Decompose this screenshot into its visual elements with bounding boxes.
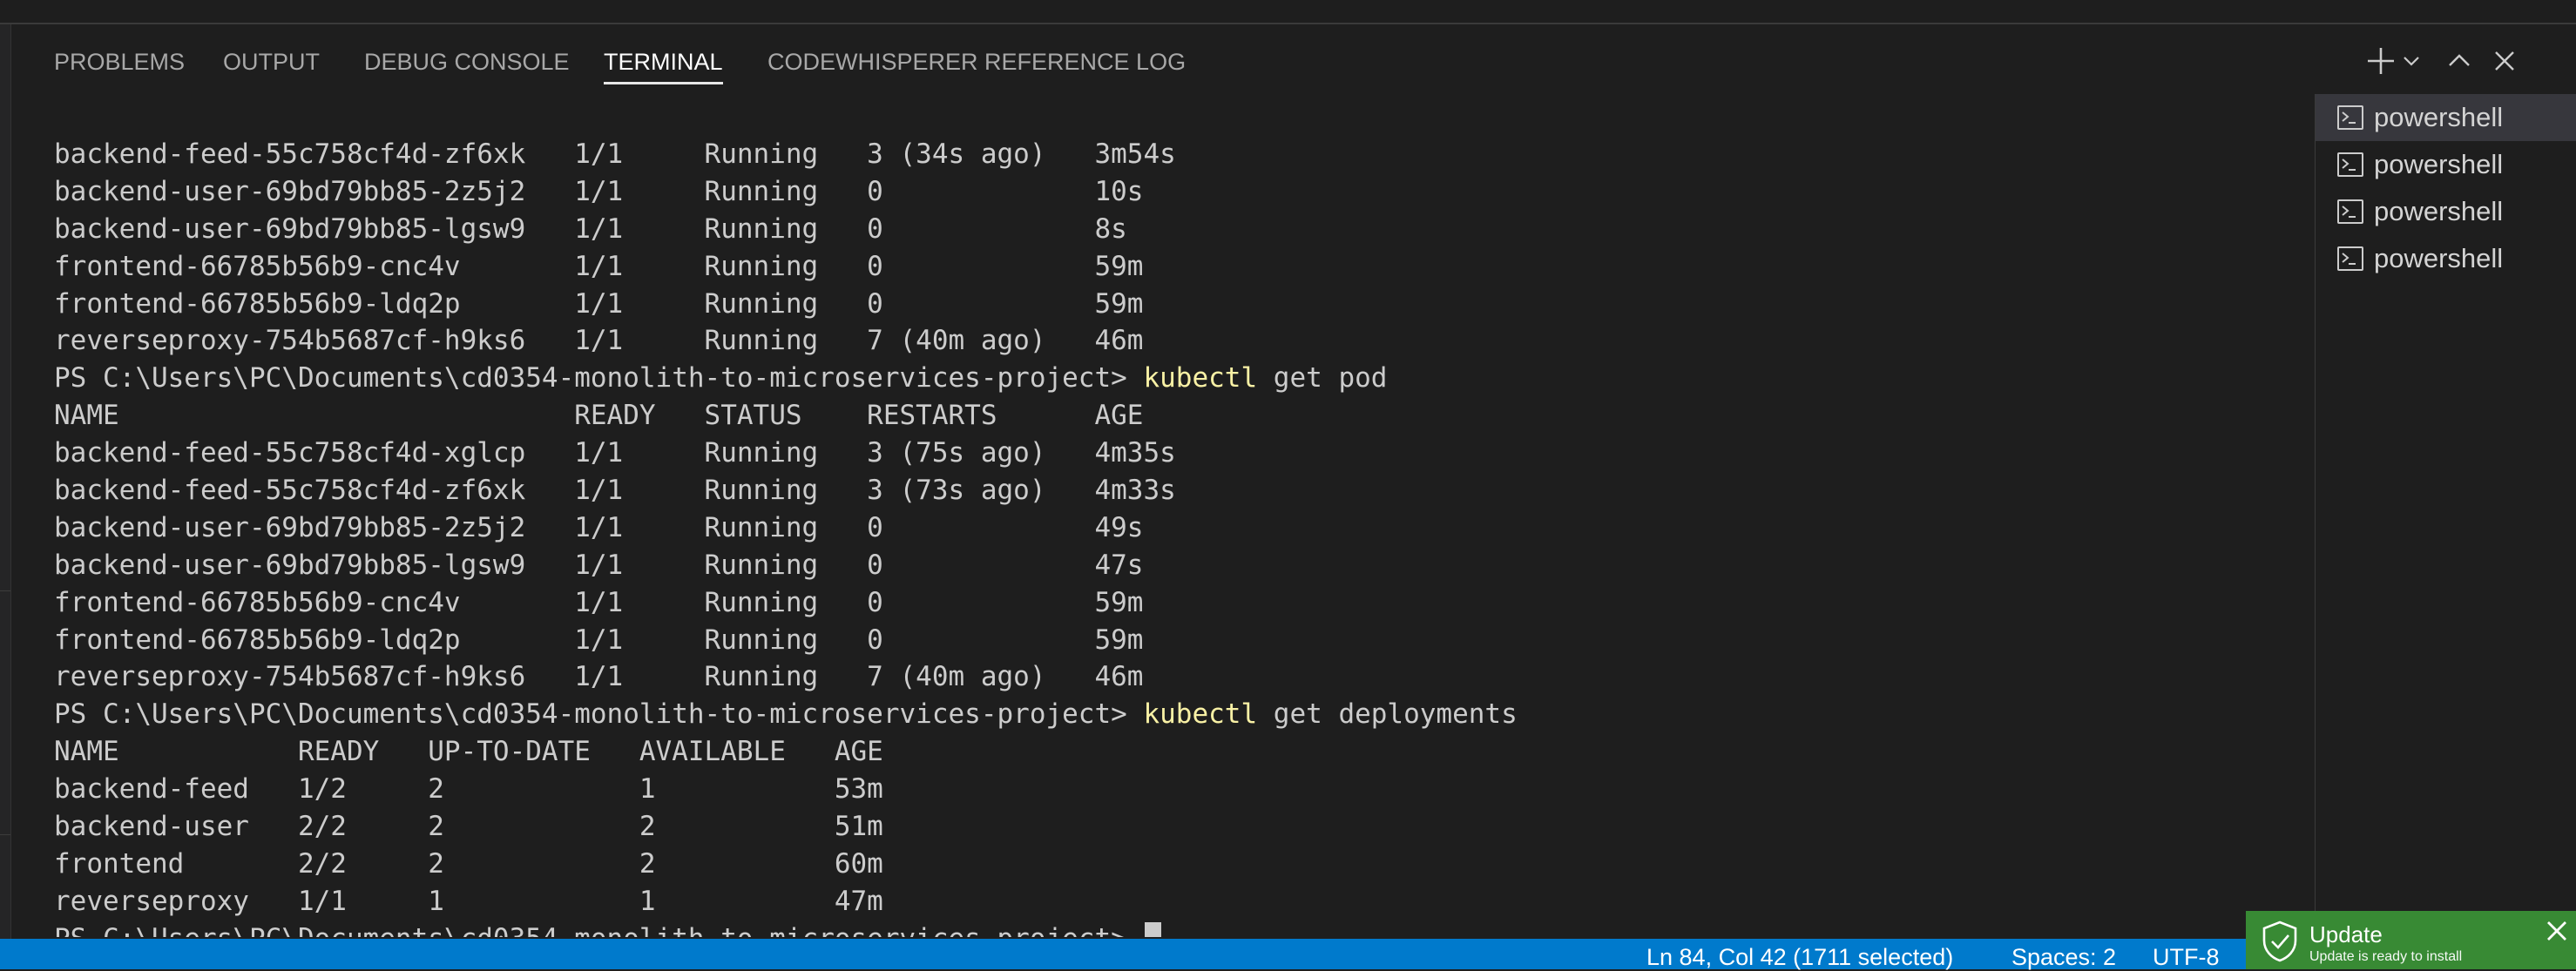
terminal-output-line: frontend 2/2 2 2 60m bbox=[54, 846, 2293, 883]
terminal-current-line[interactable]: PS C:\Users\PC\Documents\cd0354-monolith… bbox=[54, 920, 2293, 937]
terminal-output-line: backend-user-69bd79bb85-lgsw9 1/1 Runnin… bbox=[54, 211, 2293, 248]
terminal-session-item[interactable]: powershell bbox=[2316, 235, 2576, 282]
cursor-position[interactable]: Ln 84, Col 42 (1711 selected) bbox=[1646, 944, 1953, 971]
terminal-output-line: backend-user-69bd79bb85-2z5j2 1/1 Runnin… bbox=[54, 173, 2293, 211]
tab-problems[interactable]: PROBLEMS bbox=[54, 49, 185, 75]
indentation[interactable]: Spaces: 2 bbox=[2011, 944, 2116, 971]
terminal-text: frontend-66785b56b9-ldq2p 1/1 Running 0 … bbox=[54, 624, 1144, 656]
terminal-text: get deployments bbox=[1257, 698, 1518, 731]
terminal-text: frontend-66785b56b9-cnc4v 1/1 Running 0 … bbox=[54, 250, 1144, 282]
editor-area-strip bbox=[0, 0, 2576, 24]
tab-terminal[interactable]: TERMINAL bbox=[604, 49, 723, 84]
terminal-command: kubectl bbox=[1143, 362, 1258, 394]
chevron-up-icon bbox=[2449, 54, 2470, 66]
terminal-text: frontend 2/2 2 2 60m bbox=[54, 847, 883, 880]
terminal-output-line: backend-feed-55c758cf4d-zf6xk 1/1 Runnin… bbox=[54, 136, 2293, 173]
terminal-text: backend-feed-55c758cf4d-zf6xk 1/1 Runnin… bbox=[54, 475, 1176, 507]
terminal-output-line: frontend-66785b56b9-cnc4v 1/1 Running 0 … bbox=[54, 584, 2293, 622]
terminal-output-line: backend-user 2/2 2 2 51m bbox=[54, 808, 2293, 846]
terminal-command-line: PS C:\Users\PC\Documents\cd0354-monolith… bbox=[54, 360, 2293, 397]
terminal-command: kubectl bbox=[1143, 698, 1258, 731]
terminal-text: reverseproxy 1/1 1 1 47m bbox=[54, 885, 883, 917]
terminal-text: get pod bbox=[1257, 362, 1388, 394]
terminal-text: backend-feed-55c758cf4d-xglcp 1/1 Runnin… bbox=[54, 437, 1176, 469]
tab-output[interactable]: OUTPUT bbox=[223, 49, 320, 75]
terminal-command-line: PS C:\Users\PC\Documents\cd0354-monolith… bbox=[54, 696, 2293, 733]
terminal-text: frontend-66785b56b9-ldq2p 1/1 Running 0 … bbox=[54, 287, 1144, 320]
activity-bar-edge bbox=[0, 24, 11, 939]
notification-title: Update bbox=[2309, 921, 2383, 947]
terminal-text: frontend-66785b56b9-cnc4v 1/1 Running 0 … bbox=[54, 586, 1144, 618]
tab-debug-console[interactable]: DEBUG CONSOLE bbox=[364, 49, 570, 75]
terminal-output-line: backend-feed-55c758cf4d-xglcp 1/1 Runnin… bbox=[54, 435, 2293, 472]
terminal-prompt: PS C:\Users\PC\Documents\cd0354-monolith… bbox=[54, 362, 1144, 394]
terminal-icon bbox=[2337, 199, 2363, 224]
close-icon[interactable] bbox=[2544, 918, 2570, 944]
terminal-scrollbar[interactable] bbox=[2294, 94, 2306, 939]
divider bbox=[0, 834, 10, 835]
plus-icon bbox=[2368, 48, 2394, 74]
maximize-panel-button[interactable] bbox=[2442, 42, 2477, 80]
terminal-text: backend-user 2/2 2 2 51m bbox=[54, 811, 883, 843]
terminal-text: backend-user-69bd79bb85-lgsw9 1/1 Runnin… bbox=[54, 212, 1127, 245]
terminal-text: backend-feed-55c758cf4d-zf6xk 1/1 Runnin… bbox=[54, 138, 1176, 170]
terminal-output[interactable]: backend-feed-55c758cf4d-zf6xk 1/1 Runnin… bbox=[54, 136, 2293, 937]
terminal-output-line: frontend-66785b56b9-cnc4v 1/1 Running 0 … bbox=[54, 248, 2293, 286]
terminal-dropdown-button[interactable] bbox=[2398, 42, 2424, 80]
terminal-output-line: NAME READY UP-TO-DATE AVAILABLE AGE bbox=[54, 733, 2293, 771]
terminal-output-line: frontend-66785b56b9-ldq2p 1/1 Running 0 … bbox=[54, 622, 2293, 659]
bottom-panel: PROBLEMS OUTPUT DEBUG CONSOLE TERMINAL C… bbox=[11, 24, 2576, 939]
terminal-text: backend-user-69bd79bb85-lgsw9 1/1 Runnin… bbox=[54, 549, 1144, 581]
shield-check-icon bbox=[2262, 920, 2297, 962]
terminal-session-item[interactable]: powershell bbox=[2316, 94, 2576, 141]
terminal-session-item[interactable]: powershell bbox=[2316, 141, 2576, 188]
session-label: powershell bbox=[2374, 102, 2504, 132]
session-label: powershell bbox=[2374, 196, 2504, 226]
encoding[interactable]: UTF-8 bbox=[2153, 944, 2220, 971]
close-icon bbox=[2495, 51, 2514, 71]
terminal-text: NAME READY UP-TO-DATE AVAILABLE AGE bbox=[54, 736, 883, 768]
terminal-prompt: PS C:\Users\PC\Documents\cd0354-monolith… bbox=[54, 698, 1144, 731]
terminal-session-list: powershell powershell powershell powersh… bbox=[2315, 94, 2576, 939]
terminal-output-line: NAME READY STATUS RESTARTS AGE bbox=[54, 397, 2293, 435]
terminal-text: backend-user-69bd79bb85-2z5j2 1/1 Runnin… bbox=[54, 511, 1144, 543]
terminal-output-line: backend-feed 1/2 2 1 53m bbox=[54, 771, 2293, 808]
terminal-prompt: PS C:\Users\PC\Documents\cd0354-monolith… bbox=[54, 923, 1143, 937]
terminal-text: reverseproxy-754b5687cf-h9ks6 1/1 Runnin… bbox=[54, 661, 1144, 693]
status-bar: Ln 84, Col 42 (1711 selected) Spaces: 2 … bbox=[0, 939, 2576, 971]
panel-tabs: PROBLEMS OUTPUT DEBUG CONSOLE TERMINAL C… bbox=[11, 24, 2315, 94]
session-label: powershell bbox=[2374, 243, 2504, 273]
terminal-session-item[interactable]: powershell bbox=[2316, 188, 2576, 235]
terminal-cursor bbox=[1145, 922, 1162, 937]
terminal-output-line: reverseproxy 1/1 1 1 47m bbox=[54, 883, 2293, 920]
divider bbox=[0, 590, 10, 591]
terminal-icon bbox=[2337, 105, 2363, 130]
terminal-text: backend-user-69bd79bb85-2z5j2 1/1 Runnin… bbox=[54, 175, 1144, 207]
notification-subtitle: Update is ready to install bbox=[2309, 949, 2463, 964]
close-panel-button[interactable] bbox=[2487, 42, 2522, 80]
terminal-text: backend-feed 1/2 2 1 53m bbox=[54, 773, 883, 806]
session-label: powershell bbox=[2374, 149, 2504, 179]
terminal-output-line: frontend-66785b56b9-ldq2p 1/1 Running 0 … bbox=[54, 286, 2293, 323]
chevron-down-icon bbox=[2404, 57, 2419, 66]
terminal-output-line: backend-user-69bd79bb85-lgsw9 1/1 Runnin… bbox=[54, 547, 2293, 584]
update-notification[interactable]: Update Update is ready to install bbox=[2246, 911, 2576, 969]
tab-codewhisperer-reference-log[interactable]: CODEWHISPERER REFERENCE LOG bbox=[767, 49, 1186, 75]
terminal-output-line: reverseproxy-754b5687cf-h9ks6 1/1 Runnin… bbox=[54, 322, 2293, 360]
terminal-text: NAME READY STATUS RESTARTS AGE bbox=[54, 400, 1144, 432]
terminal-output-line: backend-feed-55c758cf4d-zf6xk 1/1 Runnin… bbox=[54, 472, 2293, 509]
terminal-output-line: reverseproxy-754b5687cf-h9ks6 1/1 Runnin… bbox=[54, 658, 2293, 696]
terminal-icon bbox=[2337, 152, 2363, 177]
new-terminal-button[interactable] bbox=[2363, 42, 2398, 80]
terminal-icon bbox=[2337, 246, 2363, 271]
terminal-output-line: backend-user-69bd79bb85-2z5j2 1/1 Runnin… bbox=[54, 509, 2293, 547]
terminal-text: reverseproxy-754b5687cf-h9ks6 1/1 Runnin… bbox=[54, 325, 1144, 357]
